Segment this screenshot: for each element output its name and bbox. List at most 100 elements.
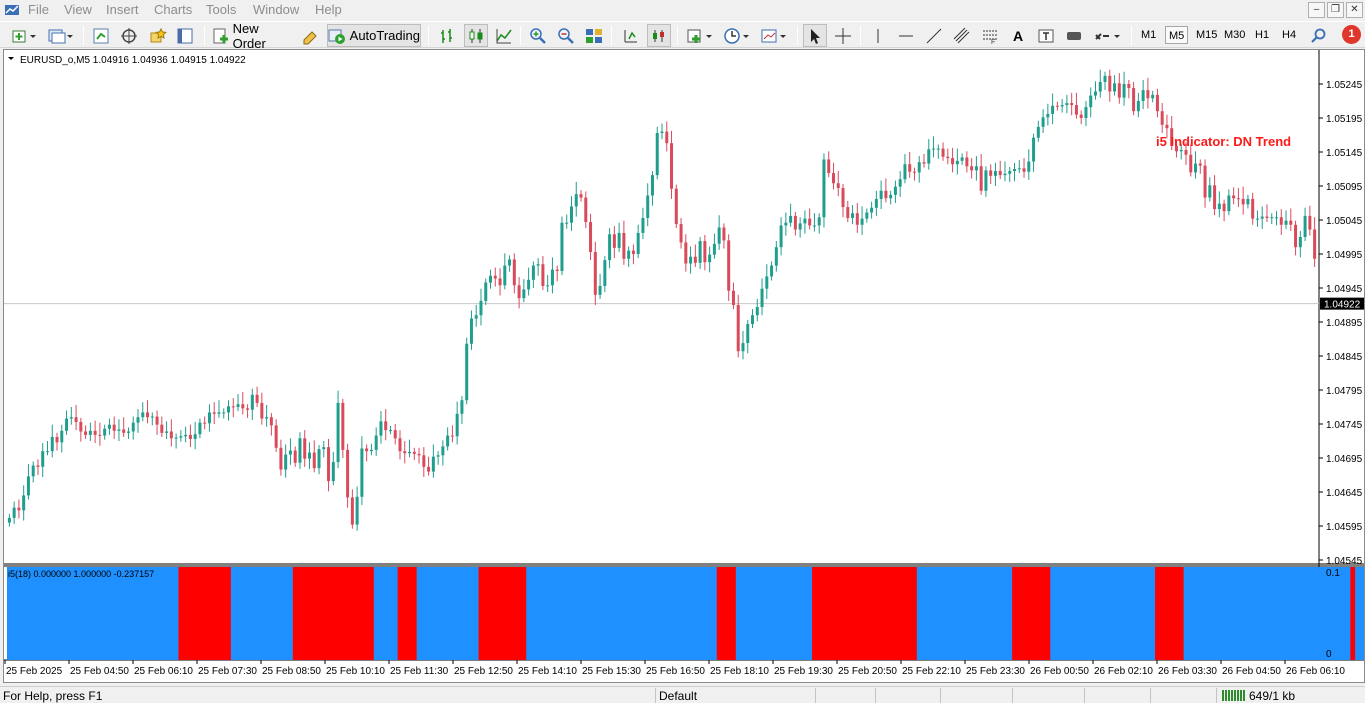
candle-body (760, 288, 764, 308)
candle-body (712, 243, 716, 255)
candle-body (741, 343, 745, 352)
candle-body (174, 437, 178, 439)
notification-badge[interactable]: 1 (1342, 25, 1361, 44)
candle-body (517, 285, 521, 299)
menu-insert[interactable]: Insert (106, 2, 139, 17)
cursor-button[interactable] (803, 24, 827, 47)
timeframe-m15[interactable]: M15 (1193, 26, 1220, 44)
candle-body (1255, 218, 1259, 220)
price-chart[interactable]: 1.05245 1.05195 1.05145 1.05095 1.05045 1.049… (4, 50, 1364, 682)
indicators-button[interactable] (684, 24, 716, 47)
timeframe-m30[interactable]: M30 (1221, 26, 1248, 44)
text-button[interactable]: A (1007, 24, 1029, 47)
candle-body (1165, 124, 1169, 129)
terminal-button[interactable] (174, 24, 196, 47)
data-window-button[interactable] (118, 24, 140, 47)
horizontal-line-button[interactable] (895, 24, 917, 47)
candle-body (598, 285, 602, 295)
candle-body (55, 436, 59, 443)
restore-button[interactable]: ❐ (1327, 2, 1344, 18)
navigator-button[interactable] (146, 24, 168, 47)
autotrading-icon (328, 29, 345, 44)
autotrading-button[interactable]: AutoTrading (327, 24, 421, 47)
menu-view[interactable]: View (64, 2, 92, 17)
candlestick-button[interactable] (464, 24, 488, 47)
rectangle-button[interactable] (1063, 24, 1085, 47)
menu-window[interactable]: Window (253, 2, 299, 17)
candle-body (1013, 169, 1017, 172)
candle-body (932, 148, 936, 150)
candle-body (260, 402, 264, 419)
meta-editor-button[interactable] (299, 24, 321, 47)
menu-charts[interactable]: Charts (154, 2, 192, 17)
search-button[interactable] (1308, 24, 1330, 47)
timeframe-m1[interactable]: M1 (1138, 26, 1159, 44)
autoscroll-button[interactable] (647, 24, 671, 47)
fibonacci-button[interactable]: F (979, 24, 1001, 47)
new-order-button[interactable]: New Order (212, 21, 294, 51)
candle-body (122, 429, 126, 433)
meta-editor-icon (303, 30, 317, 44)
zoom-in-button[interactable] (527, 24, 549, 47)
sub-tick-label: 0 (1326, 649, 1332, 660)
price-tick-label: 1.04645 (1326, 488, 1363, 499)
market-watch-button[interactable] (90, 24, 112, 47)
time-tick-label: 26 Feb 06:10 (1286, 666, 1345, 677)
candle-body (603, 260, 607, 286)
candle-body (941, 148, 945, 157)
candle-body (265, 417, 269, 419)
candle-body (1227, 195, 1231, 212)
line-chart-button[interactable] (493, 24, 515, 47)
candle-body (50, 436, 54, 452)
candle-body (527, 279, 531, 290)
timeframe-h1[interactable]: H1 (1252, 26, 1272, 44)
menu-help[interactable]: Help (315, 2, 342, 17)
chart-shift-button[interactable] (619, 24, 641, 47)
candle-body (184, 434, 188, 437)
templates-button[interactable] (758, 24, 790, 47)
minimize-button[interactable]: – (1308, 2, 1325, 18)
trendline-button[interactable] (923, 24, 945, 47)
timeframe-m5[interactable]: M5 (1165, 26, 1189, 44)
arrows-icon (1095, 32, 1120, 40)
candle-body (150, 416, 154, 418)
price-tick-label: 1.04895 (1326, 318, 1363, 329)
price-tick-label: 1.05095 (1326, 182, 1363, 193)
trend-bar-up (916, 567, 1013, 660)
close-button[interactable]: ✕ (1346, 2, 1363, 18)
candle-body (1041, 117, 1045, 127)
candle-body (474, 315, 478, 319)
candle-body (336, 402, 340, 463)
timeframe-h4[interactable]: H4 (1279, 26, 1299, 44)
menu-tools[interactable]: Tools (206, 2, 236, 17)
text-label-button[interactable] (1035, 24, 1057, 47)
arrows-button[interactable] (1091, 24, 1125, 47)
periods-button[interactable] (721, 24, 753, 47)
crosshair-button[interactable] (832, 24, 854, 47)
candle-body (584, 197, 588, 223)
tile-windows-button[interactable] (583, 24, 605, 47)
menu-file[interactable]: File (28, 2, 49, 17)
candle-body (579, 194, 583, 198)
candle-body (903, 164, 907, 180)
horizontal-line-icon (899, 35, 913, 36)
equidistant-channel-button[interactable] (951, 24, 973, 47)
autoscroll-icon (653, 29, 664, 42)
candle-body (1117, 83, 1121, 98)
candle-body (227, 406, 231, 413)
candle-body (793, 215, 797, 230)
candle-body (851, 213, 855, 218)
trend-bar-up (7, 567, 179, 660)
trend-bar-down (178, 567, 232, 660)
profiles-button[interactable] (44, 24, 76, 47)
vertical-line-button[interactable] (867, 24, 889, 47)
new-chart-button[interactable] (8, 24, 40, 47)
bar-chart-button[interactable] (436, 24, 458, 47)
navigator-star-icon (150, 27, 167, 42)
candle-body (555, 269, 559, 271)
candle-body (350, 497, 354, 525)
text-label-icon (1038, 29, 1054, 42)
chart-window[interactable]: 1.05245 1.05195 1.05145 1.05095 1.05045 1.049… (3, 49, 1365, 683)
candle-body (246, 408, 250, 410)
zoom-out-button[interactable] (555, 24, 577, 47)
